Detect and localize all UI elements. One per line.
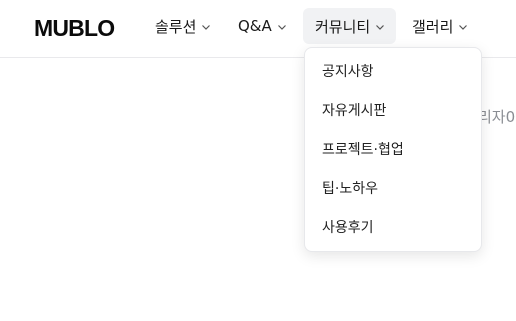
- chevron-down-icon: [201, 22, 211, 32]
- menu-item-reviews[interactable]: 사용후기: [322, 217, 374, 239]
- nav-item-label: 솔루션: [155, 17, 197, 36]
- menu-item-notices[interactable]: 공지사항: [322, 61, 374, 83]
- chevron-down-icon: [375, 22, 385, 32]
- nav-item-solutions[interactable]: 솔루션: [155, 8, 217, 44]
- menu-item-tips[interactable]: 팁·노하우: [322, 178, 378, 200]
- nav-item-label: 커뮤니티: [315, 17, 371, 36]
- nav-item-qna[interactable]: Q&A: [238, 8, 294, 44]
- nav-item-gallery[interactable]: 갤러리: [412, 8, 474, 44]
- menu-item-free-board[interactable]: 자유게시판: [322, 100, 386, 122]
- nav-item-label: 갤러리: [412, 17, 454, 36]
- background-partial-text: 리자0: [478, 108, 516, 126]
- chevron-down-icon: [277, 22, 287, 32]
- nav-item-community[interactable]: 커뮤니티: [303, 8, 396, 44]
- brand-logo[interactable]: MUBLO: [34, 14, 115, 42]
- nav-item-label: Q&A: [238, 17, 272, 35]
- community-dropdown-menu: 공지사항 자유게시판 프로젝트·협업 팁·노하우 사용후기: [304, 47, 482, 252]
- chevron-down-icon: [458, 22, 468, 32]
- page: 리자0 MUBLO 솔루션 Q&A 커뮤니티 갤러리 공지사항 자유게시판 프로…: [0, 0, 516, 321]
- menu-item-projects-collab[interactable]: 프로젝트·협업: [322, 139, 404, 161]
